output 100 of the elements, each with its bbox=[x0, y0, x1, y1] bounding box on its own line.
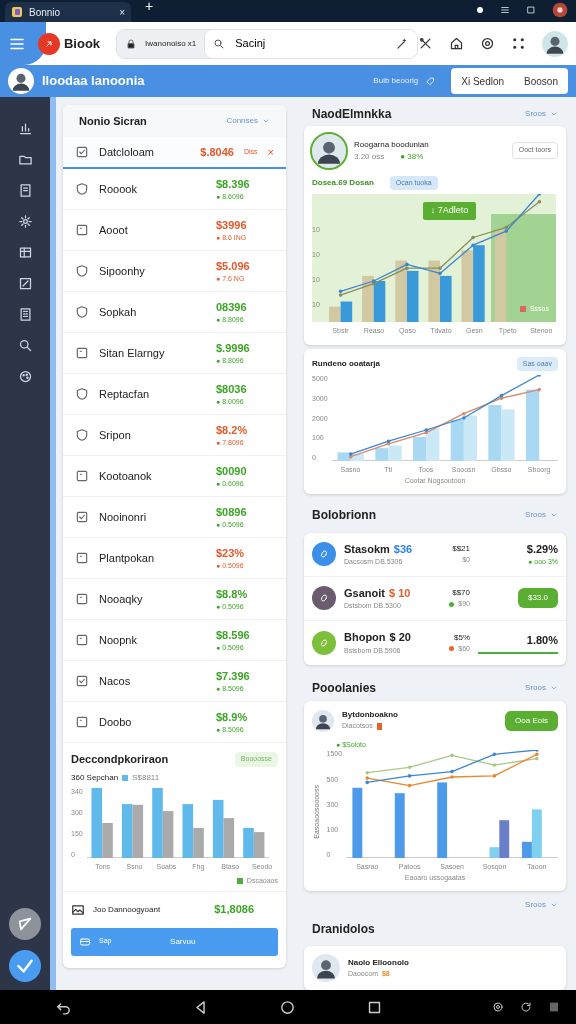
square-icon bbox=[75, 346, 89, 360]
shield-icon bbox=[75, 182, 89, 196]
data-point bbox=[450, 754, 454, 758]
data-point bbox=[492, 752, 497, 757]
amount: $3996 bbox=[216, 217, 247, 233]
url-text: Iwanonoiso x1 bbox=[145, 37, 198, 50]
profile-subtitle: 3.20 oss bbox=[354, 150, 385, 163]
flag-button[interactable] bbox=[9, 908, 41, 940]
panel-title: Nonio Sicran bbox=[79, 113, 147, 129]
section-title: Dranidolos bbox=[312, 920, 375, 938]
chart-icon[interactable] bbox=[17, 121, 33, 136]
amount: $8.9% bbox=[216, 709, 248, 725]
profile-name: Roogarna boodunian bbox=[354, 138, 430, 151]
gear-icon[interactable] bbox=[17, 214, 33, 229]
logo-text: Biook bbox=[64, 34, 101, 53]
palette-icon[interactable] bbox=[17, 369, 33, 384]
account-amount: $ 10 bbox=[388, 585, 411, 601]
document-icon[interactable] bbox=[17, 183, 33, 198]
close-tab-button[interactable]: × bbox=[119, 4, 125, 20]
card-icon bbox=[79, 935, 91, 948]
bar bbox=[242, 827, 254, 858]
bar bbox=[450, 419, 464, 462]
bar bbox=[412, 437, 426, 462]
amount: $7.396 bbox=[216, 668, 250, 684]
chart-title: Dosea.69 Dosan bbox=[312, 176, 374, 189]
amount: $.9996 bbox=[216, 340, 250, 356]
home-circle-icon[interactable] bbox=[279, 998, 296, 1016]
home-icon[interactable] bbox=[449, 36, 464, 51]
data-point bbox=[492, 763, 497, 768]
building-icon[interactable] bbox=[17, 307, 33, 322]
data-point bbox=[471, 243, 475, 248]
chart-caption: 360 Sepchan bbox=[71, 771, 119, 784]
square-icon bbox=[75, 551, 89, 565]
amount: $0090 bbox=[216, 463, 247, 479]
legend-swatch-icon bbox=[122, 774, 129, 781]
account-percent: $.29% bbox=[526, 541, 558, 557]
camera-icon bbox=[476, 6, 484, 14]
avatar-icon bbox=[312, 133, 346, 168]
data-point bbox=[471, 235, 475, 240]
amount: $8.2% bbox=[216, 422, 248, 438]
item-name: Sitan Elarngy bbox=[99, 345, 166, 361]
lock-icon bbox=[125, 37, 138, 50]
tools-icon[interactable] bbox=[418, 36, 433, 51]
profile-icon[interactable] bbox=[552, 2, 568, 18]
maximize-icon bbox=[526, 5, 536, 15]
chart-title: Rundeno ooatarja bbox=[312, 357, 380, 370]
item-name: Datcloloam bbox=[99, 144, 156, 160]
minimize-icon bbox=[500, 5, 510, 15]
avatar-icon bbox=[542, 30, 568, 57]
target-icon[interactable] bbox=[480, 36, 495, 51]
profile-stat: ● 38% bbox=[400, 150, 424, 163]
rotate-icon bbox=[520, 1001, 532, 1013]
profile-name: Naolo Elloonolo bbox=[348, 956, 409, 969]
search-bar[interactable]: Sacinj bbox=[204, 29, 417, 58]
bar bbox=[121, 803, 133, 858]
bar bbox=[374, 448, 389, 462]
item-name: Doobo bbox=[99, 714, 133, 730]
account-amount: $ 20 bbox=[389, 630, 411, 646]
magic-wand-icon[interactable] bbox=[395, 36, 409, 51]
chart-title: Deccondpkoriraon bbox=[71, 752, 169, 767]
browser-tab[interactable]: Bonnio × bbox=[5, 2, 131, 22]
square-icon bbox=[75, 592, 89, 606]
data-point bbox=[407, 765, 412, 770]
section-title: Pooolanies bbox=[312, 680, 376, 698]
table-icon[interactable] bbox=[17, 245, 33, 260]
square-icon bbox=[75, 633, 89, 647]
address-bar[interactable]: Iwanonoiso x1 Sacinj bbox=[116, 28, 418, 59]
amount: 08396 bbox=[216, 299, 247, 315]
bar bbox=[395, 260, 407, 323]
remove-button[interactable]: × bbox=[267, 143, 274, 161]
bar bbox=[352, 788, 363, 859]
search-icon[interactable] bbox=[17, 338, 33, 353]
item-name: Nooinonri bbox=[99, 509, 148, 525]
new-tab-button[interactable]: + bbox=[139, 0, 160, 18]
square-icon bbox=[75, 223, 89, 237]
amount: $8.396 bbox=[216, 176, 250, 192]
avatar-icon bbox=[312, 954, 340, 982]
page-title: Iloodaa lanoonia bbox=[42, 72, 145, 91]
bar bbox=[253, 831, 265, 858]
account-value: $5% bbox=[454, 631, 470, 644]
chevron-down-icon bbox=[262, 117, 270, 125]
checkbox-icon bbox=[75, 674, 89, 688]
amount: $8.596 bbox=[216, 627, 250, 643]
account-name: Stasokm bbox=[344, 541, 390, 557]
search-icon bbox=[213, 37, 226, 50]
total-label: Joo Dannoogyoant bbox=[93, 903, 162, 916]
item-name: Reptacfan bbox=[99, 386, 151, 402]
apps-icon[interactable] bbox=[511, 36, 526, 51]
item-name: Aooot bbox=[99, 222, 129, 238]
data-point bbox=[537, 387, 541, 392]
section-title: Bolobrionn bbox=[312, 507, 376, 525]
edit-icon[interactable] bbox=[17, 276, 33, 291]
bar bbox=[428, 260, 440, 323]
amount: $.8046 bbox=[200, 144, 234, 160]
check-button[interactable] bbox=[9, 950, 41, 982]
status-square-icon bbox=[376, 723, 382, 731]
search-input[interactable]: Sacinj bbox=[233, 34, 387, 53]
account-name: Gsanoit bbox=[344, 585, 385, 601]
bar bbox=[487, 405, 502, 462]
legend-label: S$8811 bbox=[132, 771, 160, 784]
